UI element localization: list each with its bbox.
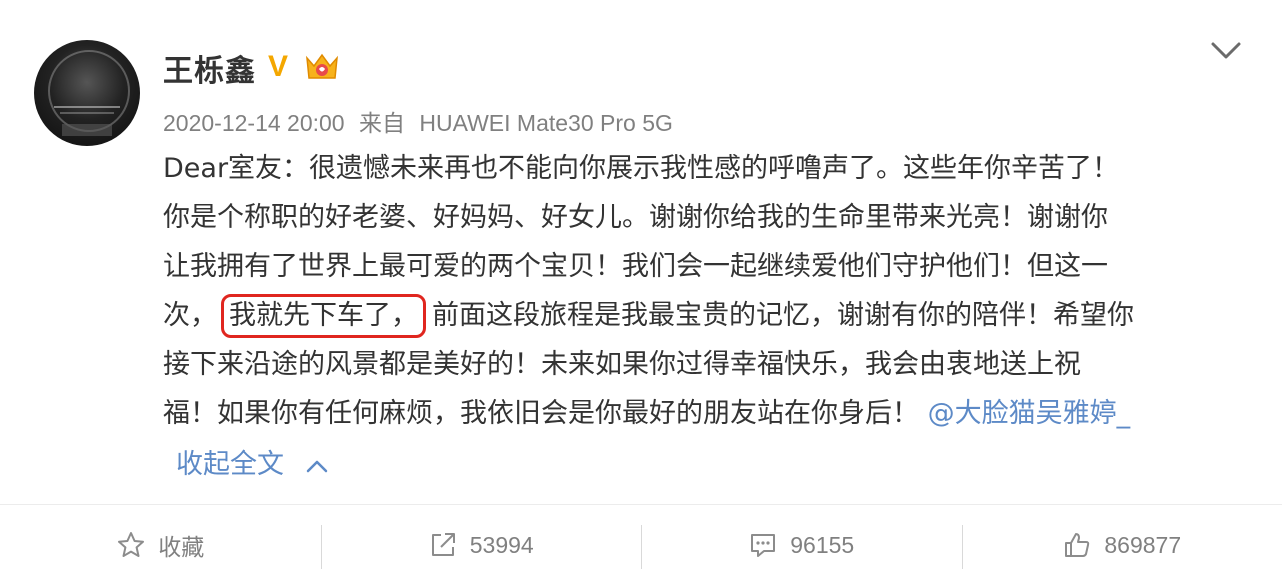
comment-button[interactable]: 96155: [641, 505, 962, 585]
chevron-up-icon: [306, 459, 328, 473]
verified-badge-icon: V: [268, 50, 288, 84]
chevron-down-icon[interactable]: [1210, 40, 1242, 62]
share-icon: [428, 530, 458, 560]
post-source-prefix: 来自: [359, 110, 405, 136]
star-icon: [116, 530, 146, 560]
post-content: Dear室友：很遗憾未来再也不能向你展示我性感的呼噜声了。这些年你辛苦了！ 你是…: [163, 144, 1253, 438]
thumbs-up-icon: [1062, 530, 1092, 560]
post-meta: 2020-12-14 20:00 来自 HUAWEI Mate30 Pro 5G: [163, 104, 681, 138]
repost-button[interactable]: 53994: [321, 505, 642, 585]
post-source-device: HUAWEI Mate30 Pro 5G: [419, 110, 673, 136]
collapse-label: 收起全文: [176, 449, 284, 480]
content-line: 次，我就先下车了，前面这段旅程是我最宝贵的记忆，谢谢有你的陪伴！希望你: [163, 291, 1253, 340]
like-count: 869877: [1104, 532, 1181, 559]
content-line: Dear室友：很遗憾未来再也不能向你展示我性感的呼噜声了。这些年你辛苦了！: [163, 144, 1253, 193]
favorite-button[interactable]: 收藏: [0, 505, 321, 585]
favorite-label: 收藏: [158, 528, 204, 562]
comment-icon: [748, 530, 778, 560]
repost-count: 53994: [470, 532, 534, 559]
author-name[interactable]: 王栎鑫: [163, 46, 256, 90]
post-timestamp[interactable]: 2020-12-14 20:00: [163, 110, 345, 136]
highlighted-phrase: 我就先下车了，: [221, 294, 426, 338]
action-bar: 收藏 53994 96155 869877: [0, 504, 1282, 585]
avatar-line-decoration: [60, 112, 114, 114]
vip-crown-icon: [304, 52, 340, 82]
avatar-line-decoration: [54, 106, 120, 108]
content-text: 次，: [163, 300, 217, 331]
comment-count: 96155: [790, 532, 854, 559]
content-line: 你是个称职的好老婆、好妈妈、好女儿。谢谢你给我的生命里带来光亮！谢谢你: [163, 193, 1253, 242]
content-line: 福！如果你有任何麻烦，我依旧会是你最好的朋友站在你身后！ @大脸猫吴雅婷_: [163, 389, 1253, 438]
collapse-full-text-button[interactable]: 收起全文: [176, 442, 328, 481]
content-line: 接下来沿途的风景都是美好的！未来如果你过得幸福快乐，我会由衷地送上祝: [163, 340, 1253, 389]
avatar-base-decoration: [62, 124, 112, 136]
user-mention-link[interactable]: @大脸猫吴雅婷_: [928, 398, 1131, 429]
content-text: 前面这段旅程是我最宝贵的记忆，谢谢有你的陪伴！希望你: [432, 300, 1134, 331]
like-button[interactable]: 869877: [962, 505, 1282, 585]
avatar-ring-decoration: [48, 50, 130, 132]
content-line: 让我拥有了世界上最可爱的两个宝贝！我们会一起继续爱他们守护他们！但这一: [163, 242, 1253, 291]
avatar[interactable]: [34, 40, 140, 146]
content-text: 福！如果你有任何麻烦，我依旧会是你最好的朋友站在你身后！: [163, 398, 919, 429]
